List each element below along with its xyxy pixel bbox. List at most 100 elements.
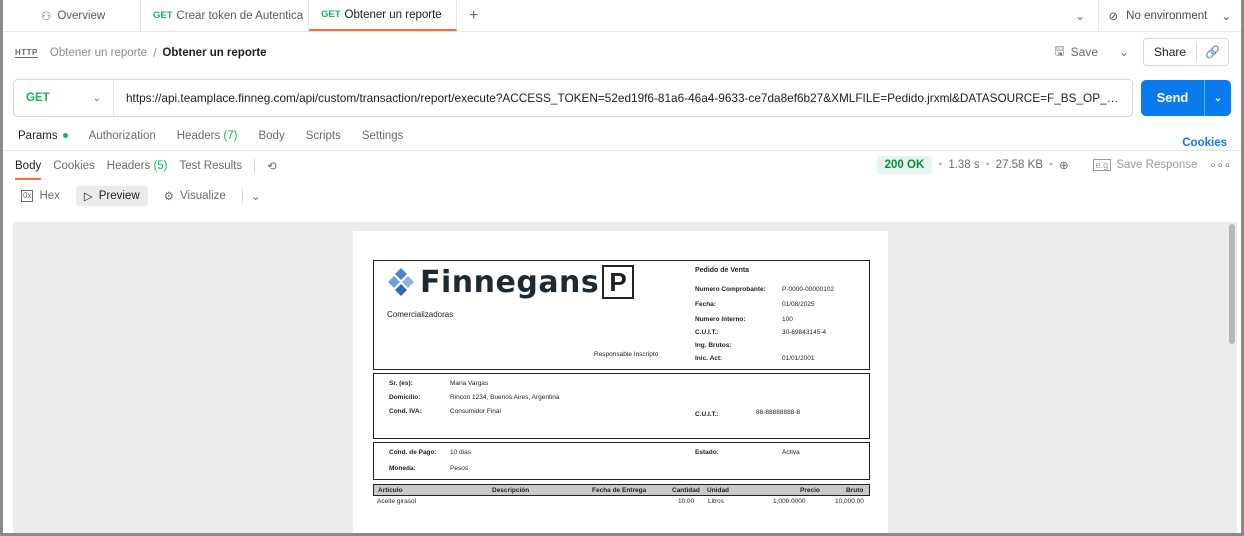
- page-title[interactable]: Obtener un reporte: [162, 47, 266, 59]
- breadcrumb-separator: /: [153, 46, 157, 60]
- request-tabs: Params Authorization Headers (7) Body Sc…: [3, 122, 1241, 150]
- share-button[interactable]: Share 🔗: [1143, 38, 1229, 66]
- visualize-button[interactable]: ⚙ Visualize: [156, 186, 234, 206]
- new-tab-button[interactable]: +: [457, 0, 490, 31]
- chevron-down-icon[interactable]: ⌄: [1205, 93, 1231, 104]
- cell-precio: 1,000.0000: [773, 498, 806, 505]
- chevron-down-icon: ⌄: [1221, 11, 1231, 23]
- preview-button[interactable]: ▷ Preview: [75, 186, 148, 206]
- resp-headers-count: (5): [153, 159, 168, 172]
- overview-icon: ⚇: [41, 10, 52, 23]
- link-icon[interactable]: 🔗: [1197, 45, 1228, 59]
- tab-obtener-reporte[interactable]: GET Obtener un reporte: [309, 0, 457, 31]
- preview-label: Preview: [98, 190, 140, 202]
- col-descripcion: Descripción: [492, 487, 530, 494]
- tab-crear-token[interactable]: GET Crear token de Autentica: [141, 0, 309, 31]
- tab-params[interactable]: Params: [18, 130, 68, 142]
- cell-articulo: Aceite girasol: [377, 498, 417, 505]
- params-active-dot-icon: [62, 133, 68, 139]
- tab-settings[interactable]: Settings: [362, 130, 404, 142]
- visualize-icon: ⚙: [163, 191, 174, 203]
- play-icon: ▷: [83, 191, 93, 203]
- network-globe-icon[interactable]: ⊕: [1059, 158, 1069, 172]
- viewer-toolbar: 0x Hex ▷ Preview ⚙ Visualize ⌄: [3, 180, 1241, 212]
- send-label: Send: [1141, 80, 1205, 116]
- col-bruto: Bruto: [846, 487, 864, 494]
- breadcrumb-parent[interactable]: Obtener un reporte: [50, 47, 147, 59]
- resp-tab-headers-label: Headers: [106, 159, 151, 172]
- col-fecha-entrega: Fecha de Entrega: [592, 487, 647, 494]
- customer-cuit-value: 88-88888888-8: [756, 409, 801, 416]
- save-response-label: Save Response: [1116, 159, 1198, 171]
- tab-body[interactable]: Body: [258, 130, 284, 142]
- col-cantidad: Cantidad: [672, 487, 700, 494]
- field-label: C.U.I.T.:: [695, 329, 719, 336]
- preview-scrollbar[interactable]: [1229, 224, 1235, 344]
- col-articulo: Articulo: [378, 487, 403, 494]
- hex-button[interactable]: 0x Hex: [13, 187, 68, 205]
- field-value: 100: [782, 316, 793, 323]
- response-meta: 200 OK • 1.38 s • 27.58 KB • ⊕ e.g Save …: [876, 156, 1231, 174]
- no-environment-icon: ⊘: [1108, 11, 1119, 23]
- save-response-icon: e.g: [1092, 159, 1112, 171]
- share-label: Share: [1144, 43, 1198, 61]
- save-icon: 🖫: [1054, 43, 1065, 58]
- tabbar-right: ⌄ ⊘ No environment ⌄: [1063, 0, 1241, 32]
- finnegans-diamond-icon: [388, 267, 414, 296]
- tab-label: Crear token de Autentica: [176, 9, 304, 22]
- chevron-down-icon[interactable]: ⌄: [251, 189, 261, 203]
- url-input[interactable]: https://api.teamplace.finneg.com/api/cus…: [114, 91, 1132, 105]
- method-select[interactable]: GET ⌄: [14, 80, 114, 116]
- send-button[interactable]: Send ⌄: [1141, 80, 1231, 116]
- tab-overview[interactable]: ⚇ Overview: [3, 0, 141, 31]
- status-label: Estado:: [695, 449, 719, 456]
- payment-label: Cond. de Pago:: [389, 449, 437, 456]
- save-options-button[interactable]: ⌄: [1115, 45, 1133, 59]
- history-icon[interactable]: ⟲: [267, 159, 277, 173]
- customer-value: Maria Vargas: [450, 380, 489, 387]
- response-time[interactable]: 1.38 s: [948, 159, 979, 171]
- environment-label: No environment: [1126, 10, 1208, 22]
- resp-tab-test-results[interactable]: Test Results: [180, 160, 243, 172]
- iva-value: Consumidor Final: [450, 408, 501, 415]
- url-bar: GET ⌄ https://api.teamplace.finneg.com/a…: [13, 79, 1133, 117]
- iva-label: Cond. IVA:: [389, 408, 422, 415]
- col-precio: Precio: [800, 487, 820, 494]
- field-label: Numero Interno:: [695, 316, 746, 323]
- response-size[interactable]: 27.58 KB: [996, 159, 1043, 171]
- environment-selector[interactable]: ⊘ No environment ⌄: [1099, 9, 1241, 23]
- cell-unidad: Litros: [708, 498, 724, 505]
- more-options-icon[interactable]: ∘∘∘: [1209, 158, 1231, 172]
- url-row: GET ⌄ https://api.teamplace.finneg.com/a…: [3, 74, 1241, 122]
- tab-params-label: Params: [18, 130, 58, 142]
- table-row: Aceite girasol 10.00 Litros 1,000.0000 1…: [373, 498, 870, 510]
- visualize-label: Visualize: [179, 190, 226, 202]
- address-label: Domicilio:: [389, 394, 421, 401]
- breadcrumb-row: HTTP Obtener un reporte / Obtener un rep…: [3, 32, 1241, 74]
- cookies-link[interactable]: Cookies: [1182, 137, 1227, 149]
- resp-tab-body[interactable]: Body: [15, 160, 42, 180]
- status-badge[interactable]: 200 OK: [876, 156, 933, 174]
- field-value: 01/01/2001: [782, 355, 815, 362]
- resp-tab-headers[interactable]: Headers (5): [107, 160, 168, 172]
- field-value: P-0000-00000102: [782, 286, 835, 293]
- tabs-dropdown-button[interactable]: ⌄: [1063, 0, 1099, 32]
- resp-tab-cookies[interactable]: Cookies: [53, 160, 95, 172]
- save-label: Save: [1070, 45, 1099, 59]
- method-value: GET: [26, 92, 50, 104]
- divider: [241, 189, 243, 203]
- plus-icon: +: [469, 6, 479, 24]
- save-response-button[interactable]: e.g Save Response: [1092, 159, 1198, 171]
- status-value: Activa: [782, 449, 800, 456]
- response-preview[interactable]: Finnegans P Comercializadoras Responsabl…: [13, 222, 1237, 533]
- tab-authorization[interactable]: Authorization: [89, 130, 156, 142]
- save-button[interactable]: 🖫 Save: [1047, 38, 1105, 66]
- invoice-letter-box: P: [602, 265, 634, 299]
- postman-window: ⚇ Overview GET Crear token de Autentica …: [0, 0, 1244, 536]
- tab-headers[interactable]: Headers (7): [177, 130, 238, 142]
- field-value: 30-69843145-4: [782, 329, 827, 336]
- payment-value: 10 dias: [450, 449, 471, 456]
- tab-scripts[interactable]: Scripts: [306, 130, 341, 142]
- tax-status: Responsable Inscripto: [594, 351, 659, 358]
- field-label: Inic. Act:: [695, 355, 723, 362]
